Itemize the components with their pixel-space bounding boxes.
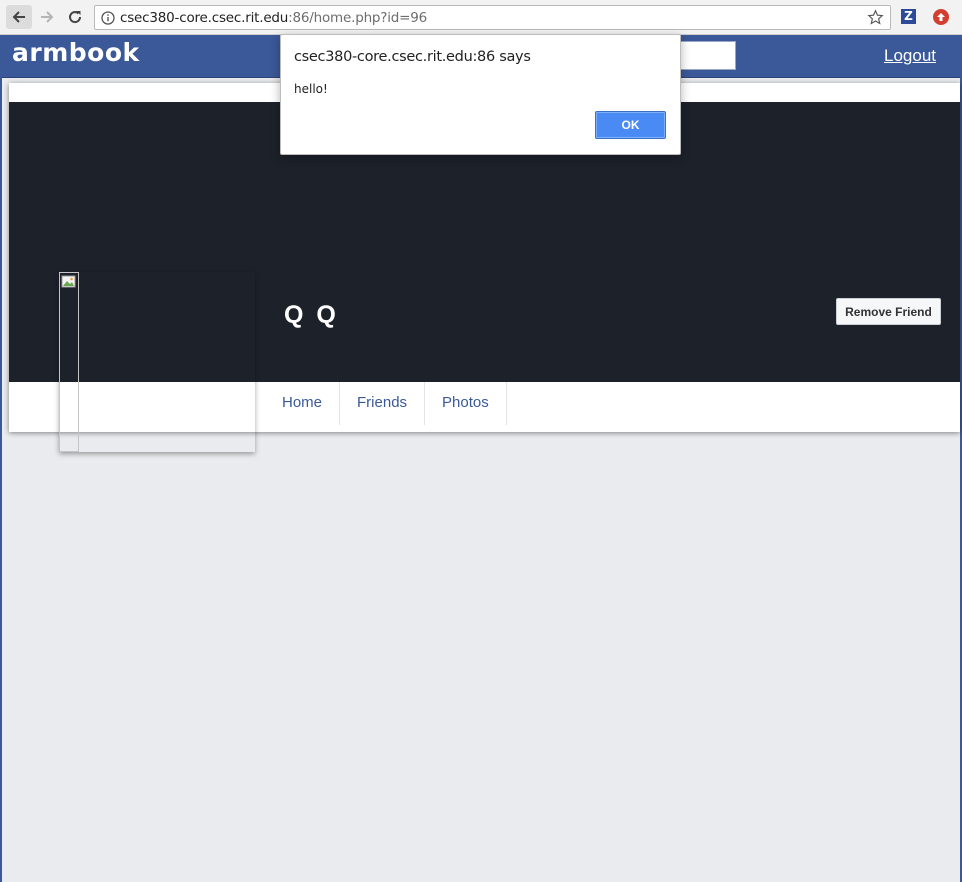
tab-photos[interactable]: Photos [425,382,507,425]
alert-message: hello! [294,82,328,96]
avatar-image [59,272,79,452]
forward-button[interactable] [34,5,60,29]
alert-dialog: csec380-core.csec.rit.edu:86 says hello!… [280,34,681,155]
ok-button[interactable]: OK [595,111,666,139]
page-border-left [0,35,2,882]
search-input[interactable] [674,41,736,70]
info-icon[interactable] [101,11,115,25]
reload-button[interactable] [62,5,88,29]
remove-friend-button[interactable]: Remove Friend [836,298,941,325]
brand-logo[interactable]: armbook [12,38,140,67]
profile-tabs: Home Friends Photos [265,382,507,425]
reload-icon [69,11,82,24]
star-icon[interactable] [867,9,884,26]
tab-friends[interactable]: Friends [340,382,426,425]
avatar[interactable] [59,272,255,452]
url-path: :86/home.php?id=96 [288,10,428,26]
url-text: csec380-core.csec.rit.edu:86/home.php?id… [120,10,427,26]
arrow-right-icon [41,11,54,23]
arrow-up-icon [937,13,945,21]
extension-z-icon[interactable]: Z [901,9,916,24]
arrow-left-icon [12,11,25,23]
alert-title: csec380-core.csec.rit.edu:86 says [294,49,531,65]
extension-upload-icon[interactable] [933,9,949,25]
tab-home[interactable]: Home [265,382,341,425]
browser-toolbar: csec380-core.csec.rit.edu:86/home.php?id… [0,0,962,35]
profile-name: Q Q [284,301,339,329]
logout-link[interactable]: Logout [884,46,936,66]
url-host: csec380-core.csec.rit.edu [120,10,289,26]
broken-image-icon [61,275,76,288]
back-button[interactable] [6,5,32,29]
address-bar[interactable]: csec380-core.csec.rit.edu:86/home.php?id… [94,5,891,30]
